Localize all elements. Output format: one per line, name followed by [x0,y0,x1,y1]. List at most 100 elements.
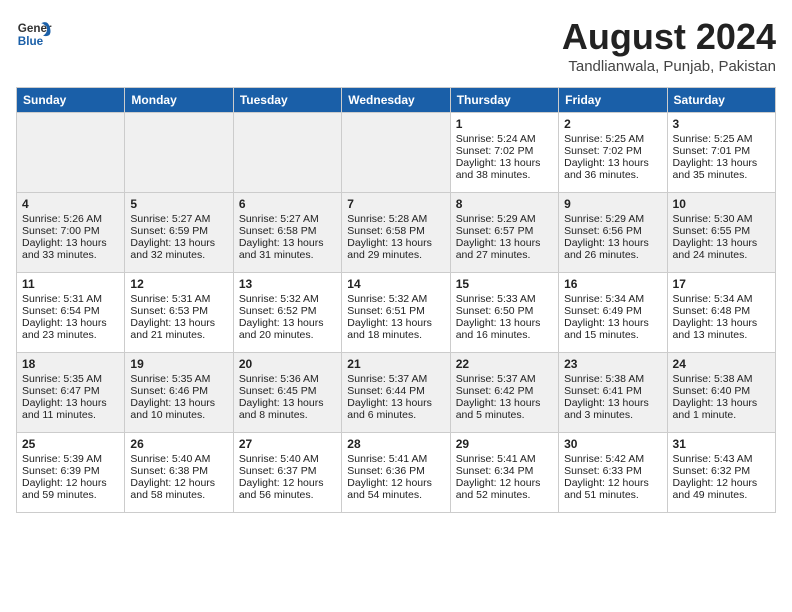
day-info: Daylight: 12 hours [130,477,227,489]
day-number: 22 [456,357,553,371]
day-number: 29 [456,437,553,451]
day-info: Sunset: 6:48 PM [673,305,770,317]
day-number: 19 [130,357,227,371]
day-info: and 8 minutes. [239,409,336,421]
day-number: 23 [564,357,661,371]
day-info: Sunrise: 5:31 AM [130,293,227,305]
day-info: Sunset: 6:47 PM [22,385,119,397]
day-info: Daylight: 13 hours [456,157,553,169]
calendar-cell: 26 Sunrise: 5:40 AMSunset: 6:38 PMDayligh… [125,433,233,513]
day-info: and 52 minutes. [456,489,553,501]
day-number: 30 [564,437,661,451]
day-info: Daylight: 13 hours [22,317,119,329]
day-info: Daylight: 12 hours [239,477,336,489]
calendar-cell: 24Sunrise: 5:38 AMSunset: 6:40 PMDayligh… [667,353,775,433]
day-info: Sunset: 6:38 PM [130,465,227,477]
column-header-saturday: Saturday [667,88,775,113]
calendar-cell: 19Sunrise: 5:35 AMSunset: 6:46 PMDayligh… [125,353,233,433]
day-info: and 15 minutes. [564,329,661,341]
day-info: and 16 minutes. [456,329,553,341]
day-info: Daylight: 13 hours [130,317,227,329]
day-info: Sunset: 6:59 PM [130,225,227,237]
day-info: and 23 minutes. [22,329,119,341]
day-info: Sunrise: 5:31 AM [22,293,119,305]
day-info: Sunrise: 5:40 AM [130,453,227,465]
calendar-cell: 15Sunrise: 5:33 AMSunset: 6:50 PMDayligh… [450,273,558,353]
calendar-cell: 12Sunrise: 5:31 AMSunset: 6:53 PMDayligh… [125,273,233,353]
day-number: 4 [22,197,119,211]
day-info: Sunset: 6:58 PM [347,225,444,237]
day-info: Sunrise: 5:36 AM [239,373,336,385]
day-info: Daylight: 13 hours [673,397,770,409]
day-info: Sunrise: 5:34 AM [673,293,770,305]
day-info: and 33 minutes. [22,249,119,261]
day-number: 7 [347,197,444,211]
day-info: Sunrise: 5:40 AM [239,453,336,465]
day-number: 2 [564,117,661,131]
day-number: 28 [347,437,444,451]
day-info: Sunrise: 5:27 AM [130,213,227,225]
day-number: 16 [564,277,661,291]
calendar-cell: 20Sunrise: 5:36 AMSunset: 6:45 PMDayligh… [233,353,341,433]
day-number: 27 [239,437,336,451]
day-number: 1 [456,117,553,131]
day-info: Sunset: 6:57 PM [456,225,553,237]
calendar-week-5: 25Sunrise: 5:39 AMSunset: 6:39 PMDayligh… [17,433,776,513]
day-info: Daylight: 12 hours [22,477,119,489]
day-info: Sunrise: 5:32 AM [347,293,444,305]
day-info: Daylight: 12 hours [347,477,444,489]
calendar-cell: 3Sunrise: 5:25 AMSunset: 7:01 PMDaylight… [667,113,775,193]
day-info: Sunrise: 5:29 AM [456,213,553,225]
day-info: Sunset: 6:42 PM [456,385,553,397]
day-number: 26 [130,437,227,451]
calendar-cell: 13Sunrise: 5:32 AMSunset: 6:52 PMDayligh… [233,273,341,353]
calendar-cell: 27Sunrise: 5:40 AMSunset: 6:37 PMDayligh… [233,433,341,513]
logo: General Blue General Blue [16,16,52,52]
day-info: and 56 minutes. [239,489,336,501]
day-info: and 18 minutes. [347,329,444,341]
day-info: and 6 minutes. [347,409,444,421]
day-info: Sunrise: 5:35 AM [130,373,227,385]
day-info: Sunset: 6:34 PM [456,465,553,477]
day-info: and 54 minutes. [347,489,444,501]
calendar-cell: 11Sunrise: 5:31 AMSunset: 6:54 PMDayligh… [17,273,125,353]
day-info: Daylight: 12 hours [673,477,770,489]
day-info: Sunrise: 5:32 AM [239,293,336,305]
day-info: Daylight: 13 hours [673,157,770,169]
day-number: 24 [673,357,770,371]
location-subtitle: Tandlianwala, Punjab, Pakistan [562,58,776,75]
calendar-cell: 21Sunrise: 5:37 AMSunset: 6:44 PMDayligh… [342,353,450,433]
day-number: 20 [239,357,336,371]
day-info: Sunset: 6:55 PM [673,225,770,237]
calendar-body: 1Sunrise: 5:24 AMSunset: 7:02 PMDaylight… [17,113,776,513]
day-info: Sunset: 6:40 PM [673,385,770,397]
calendar-cell: 1Sunrise: 5:24 AMSunset: 7:02 PMDaylight… [450,113,558,193]
calendar-cell: 28Sunrise: 5:41 AMSunset: 6:36 PMDayligh… [342,433,450,513]
day-number: 12 [130,277,227,291]
day-info: Daylight: 13 hours [456,237,553,249]
day-info: Sunset: 6:49 PM [564,305,661,317]
day-info: Sunrise: 5:27 AM [239,213,336,225]
month-title: August 2024 [562,16,776,58]
title-block: August 2024 Tandlianwala, Punjab, Pakist… [562,16,776,75]
day-info: Sunset: 6:41 PM [564,385,661,397]
day-info: and 32 minutes. [130,249,227,261]
calendar-cell [17,113,125,193]
logo-icon: General Blue [16,16,52,52]
day-info: Sunrise: 5:24 AM [456,133,553,145]
day-info: Sunset: 6:44 PM [347,385,444,397]
calendar-cell: 7Sunrise: 5:28 AMSunset: 6:58 PMDaylight… [342,193,450,273]
day-info: Daylight: 13 hours [130,237,227,249]
day-number: 9 [564,197,661,211]
day-info: and 31 minutes. [239,249,336,261]
day-info: Sunrise: 5:42 AM [564,453,661,465]
day-info: Sunset: 6:56 PM [564,225,661,237]
day-number: 11 [22,277,119,291]
day-info: Sunrise: 5:35 AM [22,373,119,385]
calendar-week-4: 18Sunrise: 5:35 AMSunset: 6:47 PMDayligh… [17,353,776,433]
day-info: Daylight: 13 hours [130,397,227,409]
day-info: and 59 minutes. [22,489,119,501]
day-info: Daylight: 13 hours [564,317,661,329]
day-info: Daylight: 13 hours [22,237,119,249]
day-info: Daylight: 13 hours [347,397,444,409]
